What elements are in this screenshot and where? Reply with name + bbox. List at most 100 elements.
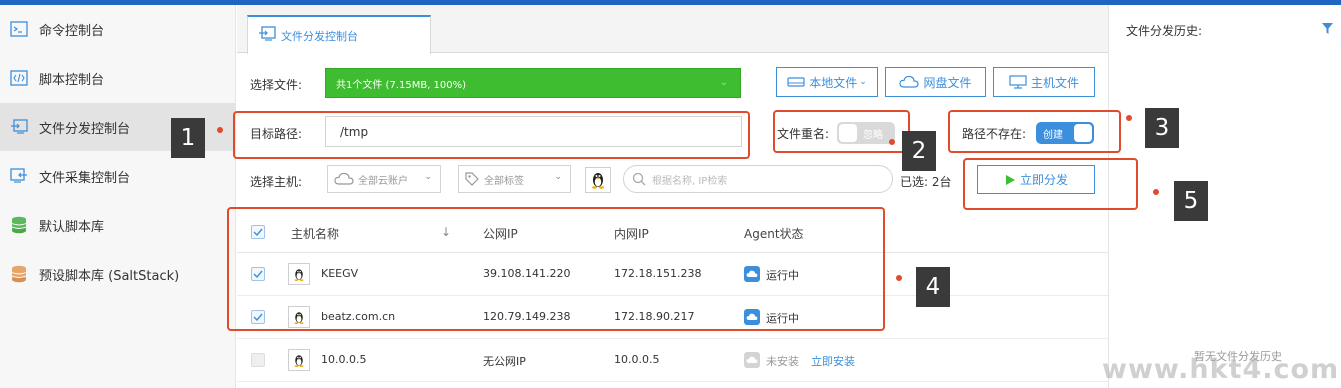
- database-icon: [10, 265, 28, 283]
- private-ip: 172.18.151.238: [614, 267, 702, 280]
- callout-4: 4: [916, 267, 950, 307]
- linux-penguin-icon: [592, 173, 604, 189]
- filter-icon[interactable]: [1321, 22, 1334, 39]
- target-path-value: /tmp: [340, 124, 369, 139]
- cloud-file-label: 网盘文件: [923, 75, 972, 90]
- cloud-account-dropdown[interactable]: 全部云账户 ⌄: [327, 165, 441, 193]
- row-checkbox[interactable]: [251, 310, 265, 324]
- sidebar-item-label: 默认脚本库: [39, 219, 105, 235]
- local-file-button[interactable]: 本地文件 ⌄: [776, 67, 878, 97]
- host-name: 10.0.0.5: [321, 353, 367, 366]
- tab-label: 文件分发控制台: [281, 29, 358, 43]
- selected-count: 已选: 2台: [900, 175, 952, 189]
- watermark: www.hkt4.com: [1102, 354, 1340, 385]
- chevron-down-icon: ⌄: [424, 172, 432, 182]
- sidebar-item-label: 文件采集控制台: [39, 170, 131, 186]
- annotation-dot-2: [889, 139, 895, 145]
- file-collect-icon: [10, 167, 28, 185]
- sidebar-item-default-script-library[interactable]: 默认脚本库: [0, 201, 236, 249]
- callout-3: 3: [1145, 108, 1179, 148]
- sidebar-item-label: 预设脚本库 (SaltStack): [39, 268, 180, 284]
- private-ip: 10.0.0.5: [614, 353, 660, 366]
- table-row[interactable]: 10.0.0.5 无公网IP 10.0.0.5 未安装 立即安装: [237, 339, 1108, 382]
- linux-penguin-icon: [288, 306, 310, 328]
- select-all-checkbox[interactable]: [251, 225, 265, 239]
- path-missing-toggle[interactable]: 创建: [1036, 122, 1094, 144]
- sort-arrow-icon[interactable]: ↓: [441, 225, 451, 239]
- sidebar: 命令控制台 脚本控制台 文件分发控制台 文件采集控制台 默认脚本库 预设脚本库 …: [0, 5, 236, 388]
- sidebar-item-script-console[interactable]: 脚本控制台: [0, 54, 236, 102]
- local-file-label: 本地文件: [809, 75, 858, 90]
- sidebar-item-preset-script-library[interactable]: 预设脚本库 (SaltStack): [0, 250, 236, 298]
- target-path-label: 目标路径:: [250, 127, 303, 141]
- agent-cloud-icon: [744, 266, 760, 282]
- target-path-input[interactable]: /tmp: [325, 116, 742, 147]
- column-private-ip: 内网IP: [614, 227, 649, 241]
- install-now-link[interactable]: 立即安装: [811, 353, 855, 369]
- rename-label: 文件重名:: [777, 127, 830, 141]
- callout-5: 5: [1174, 181, 1208, 221]
- rename-toggle[interactable]: 忽略: [837, 122, 895, 144]
- history-title: 文件分发历史:: [1126, 24, 1203, 38]
- table-row[interactable]: KEEGV 39.108.141.220 172.18.151.238 运行中: [237, 253, 1108, 296]
- linux-filter-button[interactable]: [585, 167, 611, 193]
- linux-penguin-icon: [288, 349, 310, 371]
- agent-status: 未安装: [766, 355, 799, 368]
- tab-bar: 文件分发控制台: [237, 5, 1108, 54]
- host-table-header: 主机名称 ↓ 公网IP 内网IP Agent状态: [237, 211, 1108, 253]
- tab-file-dispatch-console[interactable]: 文件分发控制台: [247, 15, 431, 54]
- host-search-input[interactable]: 根据名称, IP检索: [623, 165, 893, 193]
- sidebar-item-file-collect-console[interactable]: 文件采集控制台: [0, 152, 236, 200]
- main-panel: 文件分发控制台 选择文件: 共1个文件 (7.15MB, 100%) ⌄ 本地文…: [237, 5, 1108, 388]
- public-ip: 120.79.149.238: [483, 310, 571, 323]
- terminal-icon: [10, 20, 28, 38]
- row-checkbox: [251, 353, 265, 367]
- select-host-label: 选择主机:: [250, 175, 303, 189]
- cloud-icon: [334, 172, 354, 185]
- cloud-file-button[interactable]: 网盘文件: [885, 67, 986, 97]
- host-name: beatz.com.cn: [321, 310, 396, 323]
- host-name: KEEGV: [321, 267, 359, 280]
- chevron-down-icon: ⌄: [859, 77, 867, 87]
- file-summary-bar[interactable]: 共1个文件 (7.15MB, 100%) ⌄: [325, 68, 741, 98]
- sidebar-item-label: 脚本控制台: [39, 72, 105, 88]
- row-checkbox[interactable]: [251, 267, 265, 281]
- select-file-label: 选择文件:: [250, 78, 303, 92]
- column-agent-status: Agent状态: [744, 227, 804, 241]
- sidebar-item-label: 命令控制台: [39, 23, 105, 39]
- callout-1: 1: [171, 118, 205, 158]
- host-file-button[interactable]: 主机文件: [993, 67, 1095, 97]
- path-missing-toggle-text: 创建: [1043, 130, 1063, 141]
- cloud-icon: [899, 75, 920, 88]
- agent-status: 运行中: [766, 312, 799, 325]
- chevron-down-icon: ⌄: [719, 77, 728, 88]
- host-file-label: 主机文件: [1030, 75, 1079, 90]
- agent-status: 运行中: [766, 269, 799, 282]
- file-transfer-icon: [10, 118, 28, 136]
- sidebar-item-label: 文件分发控制台: [39, 121, 131, 137]
- file-transfer-icon: [258, 25, 276, 46]
- annotation-dot-3: [1126, 115, 1132, 121]
- path-missing-label: 路径不存在:: [962, 127, 1027, 141]
- search-icon: [632, 172, 646, 186]
- database-icon: [10, 216, 28, 234]
- annotation-dot-1: [217, 127, 223, 133]
- sidebar-item-command-console[interactable]: 命令控制台: [0, 5, 236, 53]
- annotation-dot-4: [896, 275, 902, 281]
- dispatch-now-button[interactable]: 立即分发: [977, 165, 1095, 194]
- tag-value: 全部标签: [484, 175, 524, 187]
- code-icon: [10, 69, 28, 87]
- column-host-name[interactable]: 主机名称: [291, 225, 339, 242]
- monitor-icon: [1009, 75, 1027, 89]
- agent-cloud-icon: [744, 309, 760, 325]
- public-ip: 无公网IP: [483, 355, 526, 368]
- file-summary-text: 共1个文件 (7.15MB, 100%): [336, 79, 467, 91]
- dispatch-now-label: 立即分发: [1019, 173, 1068, 187]
- table-row[interactable]: beatz.com.cn 120.79.149.238 172.18.90.21…: [237, 296, 1108, 339]
- play-icon: [1005, 174, 1015, 185]
- cloud-account-value: 全部云账户: [358, 175, 408, 187]
- chevron-down-icon: ⌄: [554, 172, 562, 182]
- tag-dropdown[interactable]: 全部标签 ⌄: [458, 165, 571, 193]
- column-public-ip: 公网IP: [483, 227, 518, 241]
- private-ip: 172.18.90.217: [614, 310, 695, 323]
